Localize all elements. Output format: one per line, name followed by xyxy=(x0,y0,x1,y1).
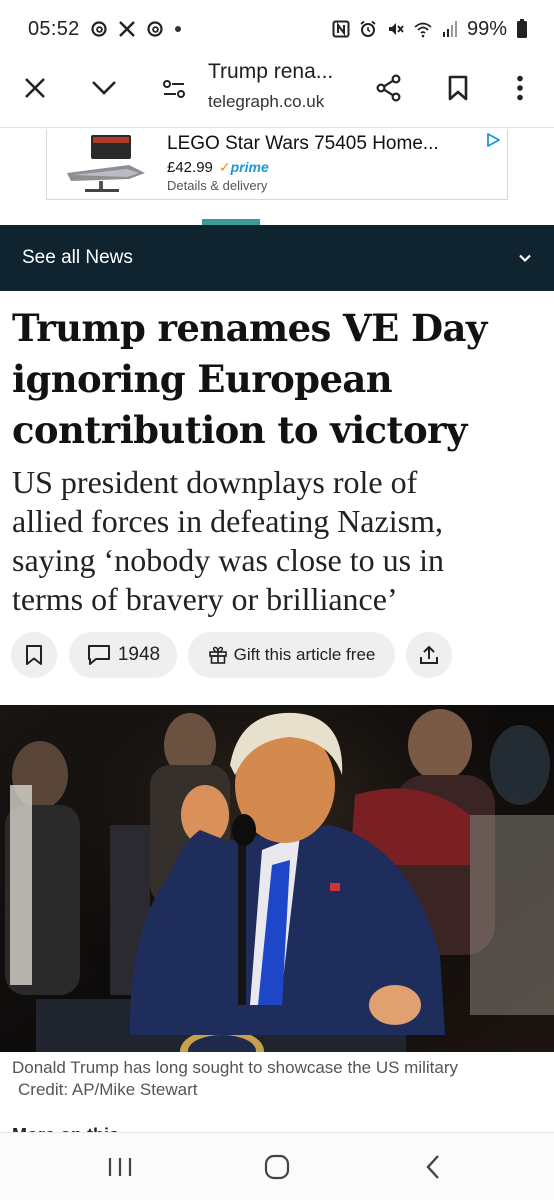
standfirst-line: terms of bravery or brilliance’ xyxy=(12,581,398,617)
headline-line: contribution to victory xyxy=(12,408,467,452)
share-article-button[interactable] xyxy=(406,632,452,678)
upload-share-icon xyxy=(420,645,438,664)
standfirst-line: allied forces in defeating Nazism, xyxy=(12,503,443,539)
ad-details-link[interactable]: Details & delivery xyxy=(167,178,439,193)
close-tab-button[interactable] xyxy=(13,66,57,110)
image-caption: Donald Trump has long sought to showcase… xyxy=(12,1058,459,1077)
gift-article-button[interactable]: Gift this article free xyxy=(188,632,395,678)
share-icon xyxy=(376,74,401,102)
prime-check-icon: ✓ xyxy=(218,159,231,175)
bookmark-icon xyxy=(26,645,42,665)
headline-line: ignoring European xyxy=(12,357,393,401)
minimize-button[interactable] xyxy=(82,66,126,110)
mute-icon xyxy=(386,20,404,38)
nfc-icon xyxy=(332,20,350,38)
recent-apps-icon xyxy=(108,1158,132,1176)
recent-apps-button[interactable] xyxy=(90,1147,150,1187)
threads-icon xyxy=(90,20,108,38)
section-nav-label[interactable]: See all News xyxy=(22,247,133,269)
battery-icon xyxy=(516,19,528,39)
page-title-block: Trump rena... telegraph.co.uk xyxy=(208,60,368,112)
alarm-icon xyxy=(359,20,377,38)
adchoices-icon[interactable] xyxy=(485,132,501,153)
page-info-button[interactable] xyxy=(152,67,196,111)
more-vert-icon xyxy=(517,75,523,101)
chevron-down-icon xyxy=(92,81,116,95)
article-standfirst: US president downplays role of allied fo… xyxy=(12,463,548,619)
headline-line: Trump renames VE Day xyxy=(12,306,487,350)
ad-product-image[interactable] xyxy=(47,129,163,199)
tune-icon xyxy=(163,80,185,98)
status-time: 05:52 xyxy=(28,17,80,40)
prime-label: prime xyxy=(230,159,269,175)
ad-price: £42.99 xyxy=(167,159,213,176)
comments-button[interactable]: 1948 xyxy=(69,632,177,678)
image-credit: Credit: AP/Mike Stewart xyxy=(18,1080,198,1099)
status-bar: 05:52 99% xyxy=(0,0,554,58)
page-url: telegraph.co.uk xyxy=(208,92,325,111)
battery-percent: 99% xyxy=(466,17,507,40)
share-button[interactable] xyxy=(367,66,411,110)
wifi-icon xyxy=(413,20,433,38)
standfirst-line: US president downplays role of xyxy=(12,464,418,500)
section-nav[interactable]: See all News xyxy=(0,225,554,291)
article-headline: Trump renames VE Day ignoring European c… xyxy=(12,303,542,456)
advertisement[interactable]: LEGO Star Wars 75405 Home... £42.99 ✓pri… xyxy=(46,129,508,200)
gift-label: Gift this article free xyxy=(233,645,376,664)
signal-icon xyxy=(442,20,458,38)
prime-badge: ✓prime xyxy=(219,159,269,176)
save-article-button[interactable] xyxy=(11,632,57,678)
standfirst-line: saying ‘nobody was close to us in xyxy=(12,542,444,578)
more-options-button[interactable] xyxy=(498,66,542,110)
gift-icon xyxy=(208,646,227,664)
ad-title[interactable]: LEGO Star Wars 75405 Home... xyxy=(167,133,439,155)
article-actions: 1948 Gift this article free xyxy=(11,632,551,680)
comment-count: 1948 xyxy=(117,644,161,665)
browser-toolbar: Trump rena... telegraph.co.uk xyxy=(0,58,554,128)
bookmark-button[interactable] xyxy=(436,66,480,110)
bookmark-icon xyxy=(448,75,468,101)
x-icon xyxy=(118,20,136,38)
close-icon xyxy=(25,78,45,98)
comment-icon xyxy=(87,645,110,665)
threads-icon xyxy=(146,20,164,38)
chevron-down-icon[interactable] xyxy=(518,253,532,263)
back-button[interactable] xyxy=(403,1147,463,1187)
home-icon xyxy=(264,1154,290,1180)
notification-dot-icon xyxy=(174,25,182,33)
system-navigation-bar xyxy=(0,1132,554,1200)
page-title: Trump rena... xyxy=(208,60,334,83)
article-photo[interactable] xyxy=(0,705,554,1052)
more-on-section-heading: More on this xyxy=(12,1124,152,1132)
back-icon xyxy=(426,1155,439,1179)
home-button[interactable] xyxy=(247,1147,307,1187)
